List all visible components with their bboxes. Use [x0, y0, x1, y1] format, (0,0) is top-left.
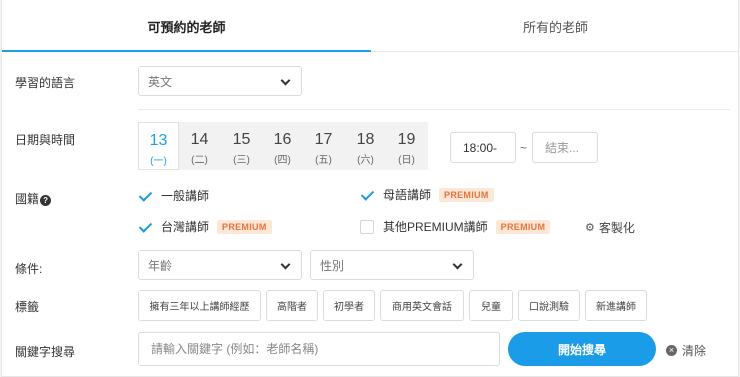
premium-badge: PREMIUM [495, 219, 551, 234]
date-number: 16 [273, 131, 292, 148]
tab-bar: 可預約的老師 所有的老師 [2, 0, 740, 52]
conditions-label: 條件: [15, 262, 43, 276]
date-weekday: (一) [150, 156, 167, 167]
date-number: 14 [190, 131, 209, 148]
tag-speaking-test[interactable]: 口說測驗 [518, 290, 580, 321]
date-weekday: (三) [233, 155, 250, 166]
date-picker: 13 (一) 14 (二) 15 (三) 16 (四) 17 (五) 18 (六… [138, 122, 428, 170]
help-icon[interactable]: ? [40, 195, 52, 206]
date-option[interactable]: 16 (四) [262, 122, 303, 170]
start-search-button[interactable]: 開始搜尋 [508, 332, 656, 366]
date-weekday: (六) [357, 155, 374, 166]
tag-advanced[interactable]: 高階者 [266, 290, 318, 321]
tab-all-teachers[interactable]: 所有的老師 [371, 0, 740, 52]
checkmark-icon [138, 189, 152, 203]
date-option[interactable]: 13 (一) [138, 122, 179, 170]
chevron-down-icon [280, 75, 291, 86]
premium-badge: PREMIUM [439, 187, 494, 202]
tag-children[interactable]: 兒童 [469, 290, 513, 321]
language-select[interactable]: 英文 [138, 66, 302, 96]
tab-available-teachers[interactable]: 可預約的老師 [2, 0, 371, 52]
start-time-select[interactable]: 18:00- [450, 132, 516, 163]
date-option[interactable]: 19 (日) [386, 122, 427, 170]
checkbox-box [360, 219, 374, 234]
end-time-select[interactable]: 結束... [532, 132, 598, 163]
checkbox-taiwan-teacher[interactable]: 台灣講師 PREMIUM [138, 218, 272, 235]
date-weekday: (四) [274, 155, 291, 166]
nationality-label-text: 國籍 [15, 192, 40, 206]
customize-button[interactable]: ⚙ 客製化 [585, 219, 635, 236]
teacher-search-panel: 可預約的老師 所有的老師 學習的語言 英文 日期與時間 13 (一) 14 (二… [1, 0, 740, 377]
date-number: 18 [356, 131, 375, 148]
checkmark-icon [138, 220, 152, 234]
gear-icon: ⚙ [585, 222, 595, 234]
clear-label: 清除 [682, 344, 707, 358]
tag-three-years-experience[interactable]: 擁有三年以上講師經歷 [138, 290, 261, 321]
date-number: 17 [314, 131, 333, 148]
date-number: 19 [397, 131, 416, 148]
date-option[interactable]: 17 (五) [303, 122, 344, 170]
customize-label: 客製化 [598, 221, 635, 235]
date-option[interactable]: 14 (二) [179, 122, 220, 170]
keyword-search-input[interactable] [138, 332, 500, 366]
checkmark-icon [360, 188, 374, 202]
chevron-down-icon [280, 259, 291, 270]
language-select-value: 英文 [148, 74, 173, 89]
close-icon: × [666, 345, 677, 356]
checkbox-label: 其他PREMIUM講師 [383, 220, 488, 234]
date-weekday: (二) [191, 155, 208, 166]
date-weekday: (五) [315, 155, 332, 166]
date-option[interactable]: 15 (三) [221, 122, 262, 170]
date-number: 13 [149, 132, 168, 149]
checkbox-general-teacher[interactable]: 一般講師 [138, 187, 209, 204]
date-option[interactable]: 18 (六) [345, 122, 386, 170]
tag-beginner[interactable]: 初學者 [323, 290, 375, 321]
age-select[interactable]: 年齡 [138, 250, 302, 280]
time-range-separator: ~ [520, 141, 528, 155]
clear-button[interactable]: × 清除 [666, 342, 706, 359]
section-divider [138, 109, 730, 110]
checkbox-label: 台灣講師 [161, 220, 210, 234]
tag-business-english[interactable]: 商用英文會話 [380, 290, 464, 321]
language-label: 學習的語言 [15, 76, 76, 90]
tag-new-teacher[interactable]: 新進講師 [585, 290, 647, 321]
active-tab-indicator [2, 50, 371, 52]
gender-select[interactable]: 性別 [310, 250, 474, 280]
nationality-label: 國籍? [15, 190, 52, 207]
date-number: 15 [232, 131, 251, 148]
gender-select-placeholder: 性別 [320, 258, 345, 273]
premium-badge: PREMIUM [217, 219, 272, 234]
keyword-label: 關鍵字搜尋 [15, 345, 76, 359]
age-select-placeholder: 年齡 [148, 258, 173, 273]
datetime-label: 日期與時間 [15, 133, 76, 147]
chevron-down-icon [452, 259, 463, 270]
checkbox-label: 一般講師 [161, 189, 210, 203]
checkbox-native-teacher[interactable]: 母語講師 PREMIUM [360, 186, 494, 203]
checkbox-label: 母語講師 [383, 188, 432, 202]
tags-label: 標籤 [15, 300, 40, 314]
date-weekday: (日) [398, 155, 415, 166]
checkbox-other-premium-teacher[interactable]: 其他PREMIUM講師 PREMIUM [360, 218, 551, 235]
